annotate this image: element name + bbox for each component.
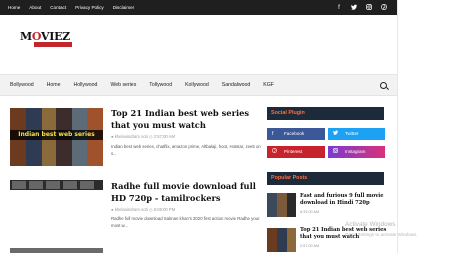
top-link-privacy-policy[interactable]: Privacy Policy (75, 5, 104, 10)
post-thumbnail[interactable] (10, 180, 103, 238)
instagram-button[interactable]: Instagram (328, 146, 385, 158)
post-title[interactable]: Radhe full movie download full HD 720p -… (111, 180, 261, 204)
site-logo[interactable]: MOVIEZ (20, 28, 74, 50)
thumbnail-banner: Indian best web series (10, 130, 103, 140)
facebook-icon: f (272, 131, 274, 137)
instagram-icon[interactable] (366, 3, 372, 12)
logo-stripe (34, 42, 72, 47)
nav-item-hollywood[interactable]: Hollywood (74, 82, 98, 88)
facebook-icon[interactable]: f (336, 5, 342, 11)
top-link-disclaimer[interactable]: Disclaimer (113, 5, 134, 10)
twitter-button[interactable]: Twitter (328, 128, 385, 140)
post-time: 6:06:00 PM (153, 207, 176, 212)
post-thumbnail[interactable] (10, 248, 103, 253)
pinterest-button[interactable]: Pinterest (267, 146, 325, 158)
top-bar: Home About Contact Privacy Policy Discla… (0, 0, 397, 15)
thumbnail-image (10, 190, 103, 238)
activation-watermark-subtitle: Go to Settings to activate Windows. (345, 232, 418, 237)
pinterest-button-label: Pinterest (284, 149, 303, 154)
post-author[interactable]: khelaoindram ooti (115, 134, 148, 139)
post-thumbnail[interactable]: Indian best web series (10, 108, 103, 166)
pinterest-icon (272, 146, 277, 158)
top-link-contact[interactable]: Contact (50, 5, 66, 10)
search-icon[interactable] (380, 82, 387, 89)
post-meta: ● khelaoindram ooti ◷ 6:06:00 PM (111, 207, 175, 212)
post-excerpt: Indian best web series, chatflix, amazon… (111, 144, 261, 156)
post-time: 2:57:00 AM (153, 134, 175, 139)
facebook-button-label: Facebook (284, 131, 305, 136)
post-author[interactable]: khelaoindram ooti (115, 207, 148, 212)
nav-item-web-series[interactable]: Web series (110, 82, 136, 88)
twitter-icon[interactable] (351, 4, 357, 12)
nav-item-bollywood[interactable]: Bollywood (10, 82, 34, 88)
nav-item-kollywood[interactable]: Kollywood (185, 82, 209, 88)
popular-post-date: 2:57:00 AM (300, 244, 320, 248)
post-title[interactable]: Top 21 Indian best web series that you m… (111, 107, 261, 131)
nav-item-kgf[interactable]: KGF (263, 82, 274, 88)
top-link-about[interactable]: About (29, 5, 41, 10)
instagram-button-label: Instagram (345, 149, 366, 154)
facebook-button[interactable]: f Facebook (267, 128, 325, 140)
post-meta: ● khelaoindram ooti ◷ 2:57:00 AM (111, 134, 175, 139)
nav-item-tollywood[interactable]: Tollywood (149, 82, 172, 88)
page-gutter (397, 0, 450, 253)
widget-title-popular-posts: Popular Posts (267, 172, 384, 185)
post-excerpt: Radhe full movie download Salman khan's … (111, 216, 260, 228)
top-social-icons: f (336, 0, 387, 15)
popular-post-title[interactable]: Fast and furious 9 full movie download i… (300, 193, 390, 207)
popular-post-thumbnail[interactable] (267, 193, 296, 217)
thumbnail-film-strip (10, 180, 103, 190)
twitter-icon (333, 128, 338, 140)
instagram-icon (333, 146, 338, 158)
twitter-button-label: Twitter (345, 131, 359, 136)
widget-title-social-plugin: Social Plugin (267, 107, 384, 120)
pinterest-icon[interactable] (381, 3, 387, 12)
nav-item-home[interactable]: Home (47, 82, 61, 88)
popular-post-thumbnail[interactable] (267, 228, 296, 252)
popular-post-date: 8:33:00 AM (300, 210, 320, 214)
top-link-home[interactable]: Home (8, 5, 20, 10)
main-nav: Bollywood Home Hollywood Web series Toll… (0, 74, 397, 96)
nav-item-sandalwood[interactable]: Sandalwood (222, 82, 251, 88)
activation-watermark-title: Activate Windows (345, 221, 396, 228)
